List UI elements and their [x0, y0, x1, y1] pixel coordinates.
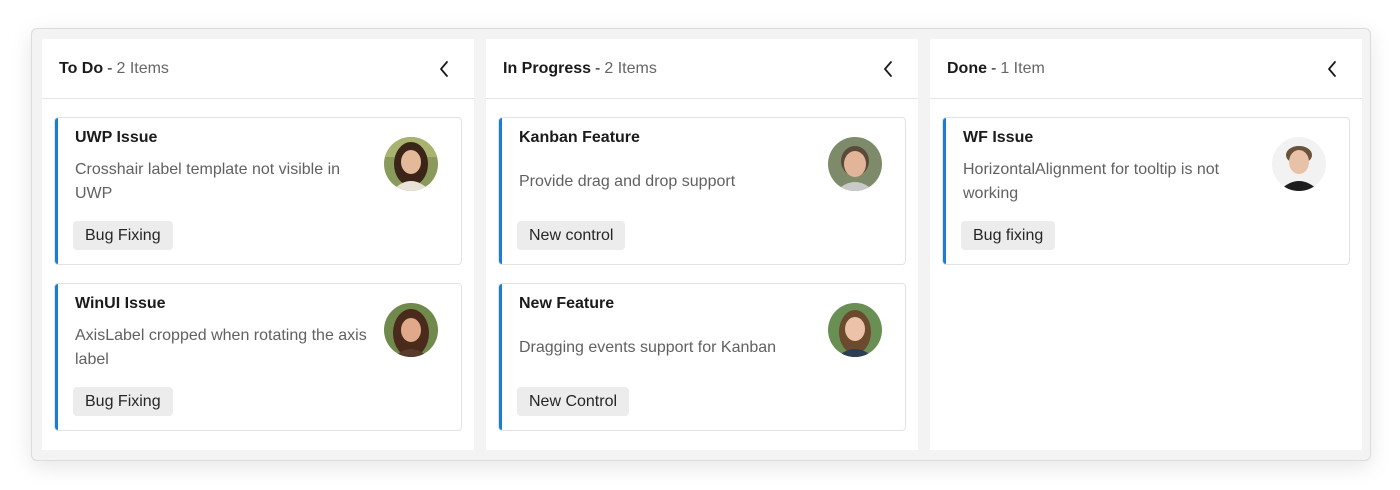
- collapse-column-button[interactable]: [876, 57, 900, 81]
- avatar: [1272, 137, 1326, 191]
- collapse-column-button[interactable]: [432, 57, 456, 81]
- column-title: To Do: [59, 59, 104, 77]
- card-accent-bar: [55, 118, 58, 264]
- chevron-left-icon: [1328, 60, 1336, 77]
- card-accent-bar: [55, 284, 58, 430]
- column-title: Done: [947, 59, 987, 77]
- column-title: In Progress: [503, 59, 592, 77]
- card-tag: Bug fixing: [961, 221, 1056, 250]
- column-in-progress: In Progress - 2 Items Kanban Feature Pro…: [486, 39, 918, 450]
- column-title-separator: -: [107, 59, 113, 77]
- avatar: [828, 137, 882, 191]
- kanban-board: To Do - 2 Items UWP Issue Crosshair labe…: [31, 28, 1371, 461]
- avatar: [384, 303, 438, 357]
- column-item-count: 2 Items: [116, 59, 169, 77]
- card-tag: Bug Fixing: [73, 221, 173, 250]
- kanban-card[interactable]: UWP Issue Crosshair label template not v…: [54, 117, 462, 265]
- column-header: Done - 1 Item: [930, 39, 1362, 99]
- kanban-card[interactable]: WinUI Issue AxisLabel cropped when rotat…: [54, 283, 462, 431]
- card-description: Crosshair label template not visible in …: [75, 161, 341, 202]
- card-accent-bar: [499, 284, 502, 430]
- column-header: To Do - 2 Items: [42, 39, 474, 99]
- card-description: Provide drag and drop support: [519, 173, 736, 190]
- collapse-column-button[interactable]: [1320, 57, 1344, 81]
- card-tag: New control: [517, 221, 626, 250]
- column-title-separator: -: [595, 59, 601, 77]
- card-title: New Feature: [519, 295, 615, 312]
- card-accent-bar: [943, 118, 946, 264]
- avatar: [828, 303, 882, 357]
- column-item-count: 2 Items: [604, 59, 657, 77]
- card-title: UWP Issue: [75, 129, 158, 146]
- card-tag: Bug Fixing: [73, 387, 173, 416]
- column-header: In Progress - 2 Items: [486, 39, 918, 99]
- column-title-separator: -: [991, 59, 997, 77]
- avatar: [384, 137, 438, 191]
- card-title: WF Issue: [963, 129, 1034, 146]
- column-done: Done - 1 Item WF Issue HorizontalAlignme…: [930, 39, 1362, 450]
- chevron-left-icon: [884, 60, 892, 77]
- kanban-card[interactable]: Kanban Feature Provide drag and drop sup…: [498, 117, 906, 265]
- kanban-card[interactable]: New Feature Dragging events support for …: [498, 283, 906, 431]
- kanban-card[interactable]: WF Issue HorizontalAlignment for tooltip…: [942, 117, 1350, 265]
- card-description: HorizontalAlignment for tooltip is not w…: [963, 161, 1220, 202]
- card-accent-bar: [499, 118, 502, 264]
- column-item-count: 1 Item: [1000, 59, 1045, 77]
- card-tag: New Control: [517, 387, 630, 416]
- card-description: Dragging events support for Kanban: [519, 339, 777, 356]
- column-to-do: To Do - 2 Items UWP Issue Crosshair labe…: [42, 39, 474, 450]
- card-description: AxisLabel cropped when rotating the axis…: [75, 327, 367, 368]
- chevron-left-icon: [440, 60, 448, 77]
- card-title: Kanban Feature: [519, 129, 640, 146]
- card-title: WinUI Issue: [75, 295, 166, 312]
